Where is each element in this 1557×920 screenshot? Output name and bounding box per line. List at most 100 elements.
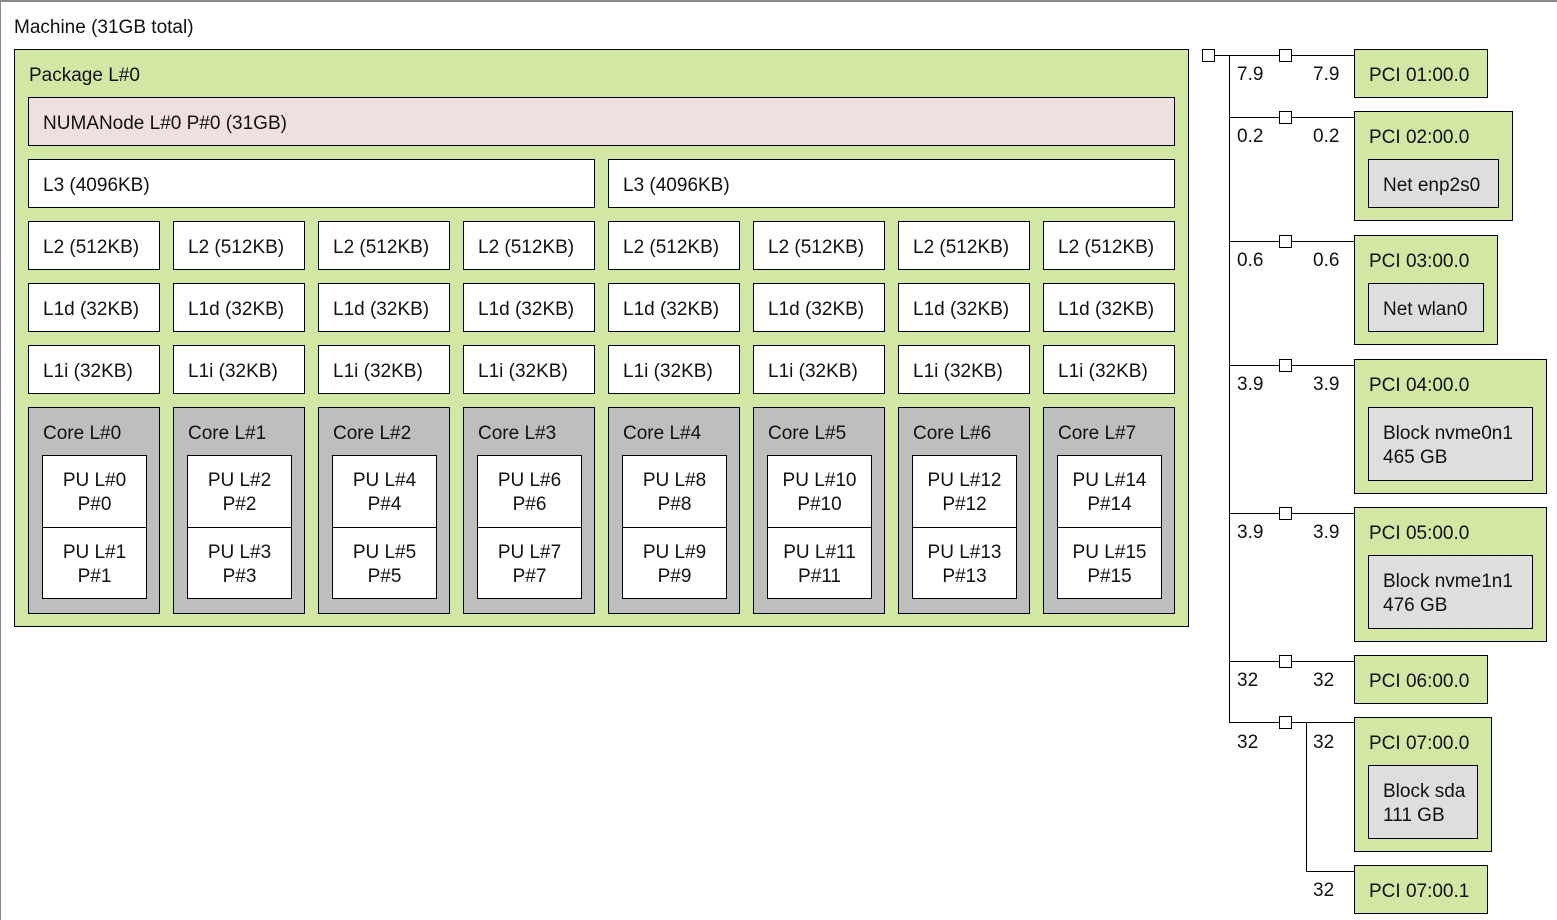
- pci-link-line: [1292, 117, 1354, 118]
- pci-device-box[interactable]: PCI 03:00.0 Net wlan0: [1354, 235, 1498, 345]
- pu-box[interactable]: PU L#4 P#4: [332, 455, 437, 528]
- l1i-cache-box[interactable]: L1i (32KB): [28, 345, 160, 394]
- pu-logical-label: PU L#2: [207, 470, 272, 491]
- pci-device-box[interactable]: PCI 05:00.0 Block nvme1n1 476 GB: [1354, 507, 1547, 642]
- pu-physical-label: P#7: [512, 566, 547, 587]
- l1i-cache-box[interactable]: L1i (32KB): [608, 345, 740, 394]
- l1d-cache-box[interactable]: L1d (32KB): [898, 283, 1030, 332]
- l3-cache-box[interactable]: L3 (4096KB): [28, 159, 595, 208]
- l1i-cache-label: L1i (32KB): [913, 361, 1003, 382]
- pu-physical-label: P#14: [1087, 494, 1132, 515]
- pu-box[interactable]: PU L#15 P#15: [1057, 527, 1162, 599]
- os-device-label: Block nvme0n1: [1383, 423, 1513, 444]
- pu-box[interactable]: PU L#3 P#3: [187, 527, 292, 599]
- l1d-cache-box[interactable]: L1d (32KB): [1043, 283, 1175, 332]
- core-box[interactable]: Core L#5 PU L#10 P#10 PU L#11 P#11: [753, 407, 885, 614]
- pu-physical-label: P#15: [1087, 566, 1132, 587]
- pu-logical-label: PU L#13: [927, 542, 1002, 563]
- bandwidth-right: 32: [1313, 880, 1335, 901]
- pu-box[interactable]: PU L#12 P#12: [912, 455, 1017, 528]
- pu-physical-label: P#2: [222, 494, 257, 515]
- core-box[interactable]: Core L#2 PU L#4 P#4 PU L#5 P#5: [318, 407, 450, 614]
- pu-box[interactable]: PU L#8 P#8: [622, 455, 727, 528]
- pci-device-label: PCI 06:00.0: [1369, 671, 1470, 692]
- pu-box[interactable]: PU L#0 P#0: [42, 455, 147, 528]
- l2-cache-box[interactable]: L2 (512KB): [753, 221, 885, 270]
- l1i-cache-label: L1i (32KB): [1058, 361, 1148, 382]
- pu-box[interactable]: PU L#14 P#14: [1057, 455, 1162, 528]
- numa-node-box[interactable]: NUMANode L#0 P#0 (31GB): [28, 97, 1175, 146]
- pci-link-line: [1292, 661, 1354, 662]
- pu-box[interactable]: PU L#11 P#11: [767, 527, 872, 599]
- bandwidth-right: 32: [1313, 670, 1335, 691]
- core-box[interactable]: Core L#0 PU L#0 P#0 PU L#1 P#1: [28, 407, 160, 614]
- block-device-box[interactable]: Block nvme1n1 476 GB: [1368, 555, 1533, 629]
- pci-device-label: PCI 07:00.0: [1369, 733, 1470, 754]
- pci-link-line: [1306, 871, 1354, 872]
- pci-device-box[interactable]: PCI 01:00.0: [1354, 49, 1488, 98]
- block-device-box[interactable]: Block sda 111 GB: [1368, 765, 1478, 839]
- l1i-cache-box[interactable]: L1i (32KB): [753, 345, 885, 394]
- pci-device-box[interactable]: PCI 04:00.0 Block nvme0n1 465 GB: [1354, 359, 1547, 494]
- l2-cache-box[interactable]: L2 (512KB): [173, 221, 305, 270]
- package-box[interactable]: Package L#0 NUMANode L#0 P#0 (31GB) L3 (…: [14, 49, 1189, 627]
- pu-logical-label: PU L#10: [782, 470, 857, 491]
- core-box[interactable]: Core L#7 PU L#14 P#14 PU L#15 P#15: [1043, 407, 1175, 614]
- pci-device-box[interactable]: PCI 07:00.1: [1354, 865, 1488, 914]
- pci-link-line: [1292, 365, 1354, 366]
- l1i-cache-box[interactable]: L1i (32KB): [463, 345, 595, 394]
- network-device-box[interactable]: Net wlan0: [1368, 283, 1484, 332]
- l2-cache-label: L2 (512KB): [188, 237, 285, 258]
- l1d-cache-label: L1d (32KB): [623, 299, 720, 320]
- pu-box[interactable]: PU L#6 P#6: [477, 455, 582, 528]
- l1d-cache-box[interactable]: L1d (32KB): [28, 283, 160, 332]
- l1d-cache-label: L1d (32KB): [43, 299, 140, 320]
- pu-box[interactable]: PU L#2 P#2: [187, 455, 292, 528]
- l1d-cache-box[interactable]: L1d (32KB): [318, 283, 450, 332]
- l2-cache-box[interactable]: L2 (512KB): [463, 221, 595, 270]
- pci-device-box[interactable]: PCI 02:00.0 Net enp2s0: [1354, 111, 1513, 221]
- core-box[interactable]: Core L#1 PU L#2 P#2 PU L#3 P#3: [173, 407, 305, 614]
- pci-link-line: [1292, 241, 1354, 242]
- l1d-cache-box[interactable]: L1d (32KB): [608, 283, 740, 332]
- l1d-cache-box[interactable]: L1d (32KB): [173, 283, 305, 332]
- pu-logical-label: PU L#5: [352, 542, 417, 563]
- l1d-cache-box[interactable]: L1d (32KB): [753, 283, 885, 332]
- l1i-cache-box[interactable]: L1i (32KB): [173, 345, 305, 394]
- l1d-cache-box[interactable]: L1d (32KB): [463, 283, 595, 332]
- l1i-cache-box[interactable]: L1i (32KB): [318, 345, 450, 394]
- core-box[interactable]: Core L#4 PU L#8 P#8 PU L#9 P#9: [608, 407, 740, 614]
- l3-cache-box[interactable]: L3 (4096KB): [608, 159, 1175, 208]
- pci-device-box[interactable]: PCI 07:00.0 Block sda 111 GB: [1354, 717, 1492, 852]
- l2-cache-box[interactable]: L2 (512KB): [318, 221, 450, 270]
- l2-cache-label: L2 (512KB): [913, 237, 1010, 258]
- pci-device-box[interactable]: PCI 06:00.0: [1354, 655, 1488, 704]
- pu-box[interactable]: PU L#5 P#5: [332, 527, 437, 599]
- bridge-bus-line: [1229, 55, 1230, 722]
- pu-logical-label: PU L#9: [642, 542, 707, 563]
- pu-box[interactable]: PU L#10 P#10: [767, 455, 872, 528]
- pu-box[interactable]: PU L#1 P#1: [42, 527, 147, 599]
- host-bridge-node: [1202, 49, 1215, 62]
- core-box[interactable]: Core L#6 PU L#12 P#12 PU L#13 P#13: [898, 407, 1030, 614]
- pu-box[interactable]: PU L#13 P#13: [912, 527, 1017, 599]
- l2-cache-box[interactable]: L2 (512KB): [28, 221, 160, 270]
- l1i-cache-box[interactable]: L1i (32KB): [1043, 345, 1175, 394]
- pu-box[interactable]: PU L#9 P#9: [622, 527, 727, 599]
- pu-physical-label: P#0: [77, 494, 112, 515]
- l2-cache-box[interactable]: L2 (512KB): [898, 221, 1030, 270]
- network-device-box[interactable]: Net enp2s0: [1368, 159, 1499, 208]
- pu-physical-label: P#6: [512, 494, 547, 515]
- window-left-border: [0, 0, 1, 920]
- l2-cache-box[interactable]: L2 (512KB): [1043, 221, 1175, 270]
- core-box[interactable]: Core L#3 PU L#6 P#6 PU L#7 P#7: [463, 407, 595, 614]
- core-label: Core L#1: [188, 423, 267, 444]
- l2-cache-label: L2 (512KB): [768, 237, 865, 258]
- l1i-cache-box[interactable]: L1i (32KB): [898, 345, 1030, 394]
- pu-box[interactable]: PU L#7 P#7: [477, 527, 582, 599]
- pci-device-label: PCI 04:00.0: [1369, 375, 1470, 396]
- os-device-label: Net enp2s0: [1383, 175, 1481, 196]
- block-device-box[interactable]: Block nvme0n1 465 GB: [1368, 407, 1533, 481]
- pci-link-line: [1229, 722, 1279, 723]
- l2-cache-box[interactable]: L2 (512KB): [608, 221, 740, 270]
